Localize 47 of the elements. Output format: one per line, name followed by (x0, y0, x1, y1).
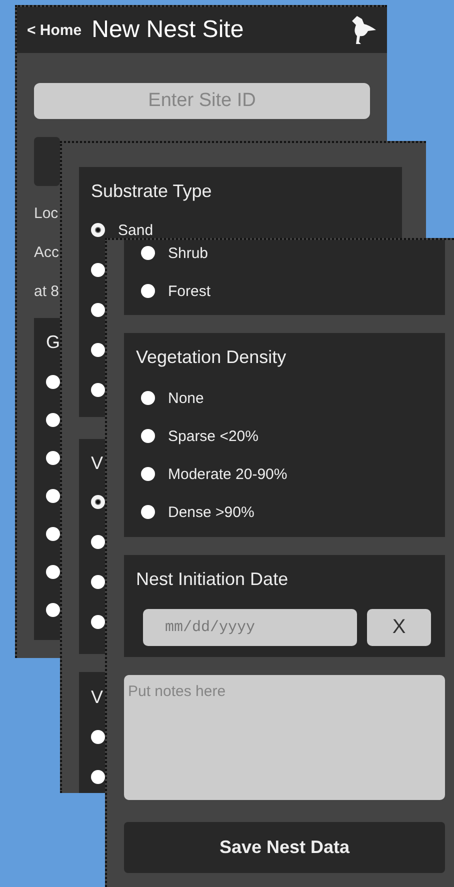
clear-button[interactable]: X (367, 609, 431, 646)
option-label: Dense >90% (168, 504, 254, 520)
site-id-field[interactable]: Enter Site ID (34, 83, 370, 119)
radio-button[interactable] (91, 223, 105, 237)
date-field[interactable]: mm/dd/yyyy (143, 609, 357, 646)
group-heading: Vegetation Density (136, 346, 286, 369)
radio-button[interactable] (46, 375, 60, 389)
group-heading: V (91, 452, 104, 475)
radio-button[interactable] (46, 451, 60, 465)
radio-button[interactable] (141, 505, 155, 519)
radio-button[interactable] (46, 489, 60, 503)
group-heading: V (91, 686, 104, 709)
option-label: Shrub (168, 244, 208, 262)
radio-button[interactable] (91, 303, 105, 317)
back-button[interactable]: < Home (27, 22, 82, 38)
option-label: Moderate 20-90% (168, 466, 288, 482)
radio-button[interactable] (91, 615, 105, 629)
screen-title: New Nest Site (92, 16, 245, 44)
radio-button[interactable] (91, 383, 105, 397)
radio-button[interactable] (91, 535, 105, 549)
notes-field[interactable]: Put notes here (124, 675, 445, 800)
group-heading: G (46, 331, 60, 354)
radio-button[interactable] (91, 343, 105, 357)
option-label: Sand (118, 222, 154, 238)
info-text: Acc (34, 243, 60, 263)
group-heading: Substrate Type (91, 180, 212, 203)
info-text: Loc (34, 204, 58, 224)
radio-button[interactable] (141, 246, 155, 260)
radio-button[interactable] (91, 495, 105, 509)
option-label: Forest (168, 282, 211, 300)
radio-button[interactable] (91, 770, 105, 784)
radio-button[interactable] (91, 730, 105, 744)
date-label: Nest Initiation Date (136, 568, 290, 591)
option-label: None (168, 390, 204, 406)
radio-button[interactable] (91, 575, 105, 589)
save-button[interactable]: Save Nest Data (124, 822, 445, 873)
radio-button[interactable] (46, 413, 60, 427)
info-text: at 8 (34, 282, 60, 302)
radio-button[interactable] (141, 429, 155, 443)
radio-button[interactable] (141, 391, 155, 405)
radio-button[interactable] (46, 527, 60, 541)
radio-button[interactable] (46, 565, 60, 579)
radio-button[interactable] (141, 467, 155, 481)
radio-button[interactable] (46, 603, 60, 617)
option-label: Sparse <20% (168, 428, 258, 444)
radio-button[interactable] (141, 284, 155, 298)
radio-button[interactable] (91, 263, 105, 277)
